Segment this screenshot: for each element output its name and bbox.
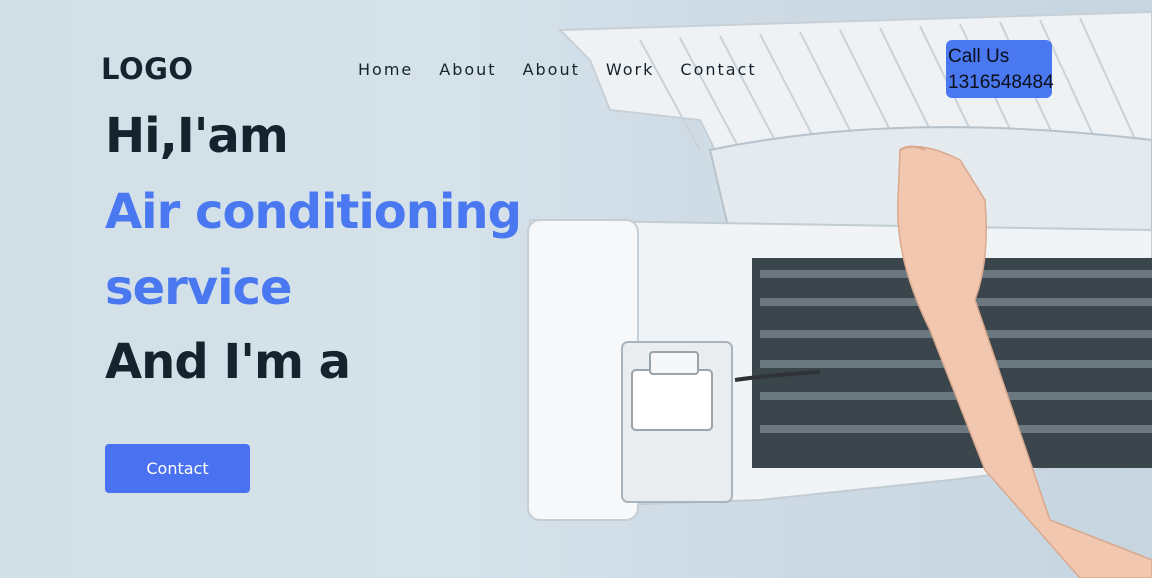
contact-button[interactable]: Contact <box>105 444 250 493</box>
phone-number: 1316548484 <box>948 72 1054 93</box>
nav-about-2[interactable]: About <box>523 60 580 79</box>
nav-contact[interactable]: Contact <box>680 60 756 79</box>
nav-home[interactable]: Home <box>358 60 413 79</box>
hero-line-3: service <box>105 260 293 316</box>
nav-about[interactable]: About <box>439 60 496 79</box>
site-logo[interactable]: LOGO <box>101 52 194 86</box>
call-us-button[interactable]: Call Us 1316548484 <box>946 40 1054 98</box>
hero-line-4: And I'm a <box>105 334 351 390</box>
main-nav: Home About About Work Contact <box>358 60 783 79</box>
hero-line-1: Hi,I'am <box>105 108 289 164</box>
call-us-label: Call Us <box>948 46 1010 67</box>
nav-work[interactable]: Work <box>606 60 655 79</box>
hero-line-2: Air conditioning <box>105 184 522 240</box>
